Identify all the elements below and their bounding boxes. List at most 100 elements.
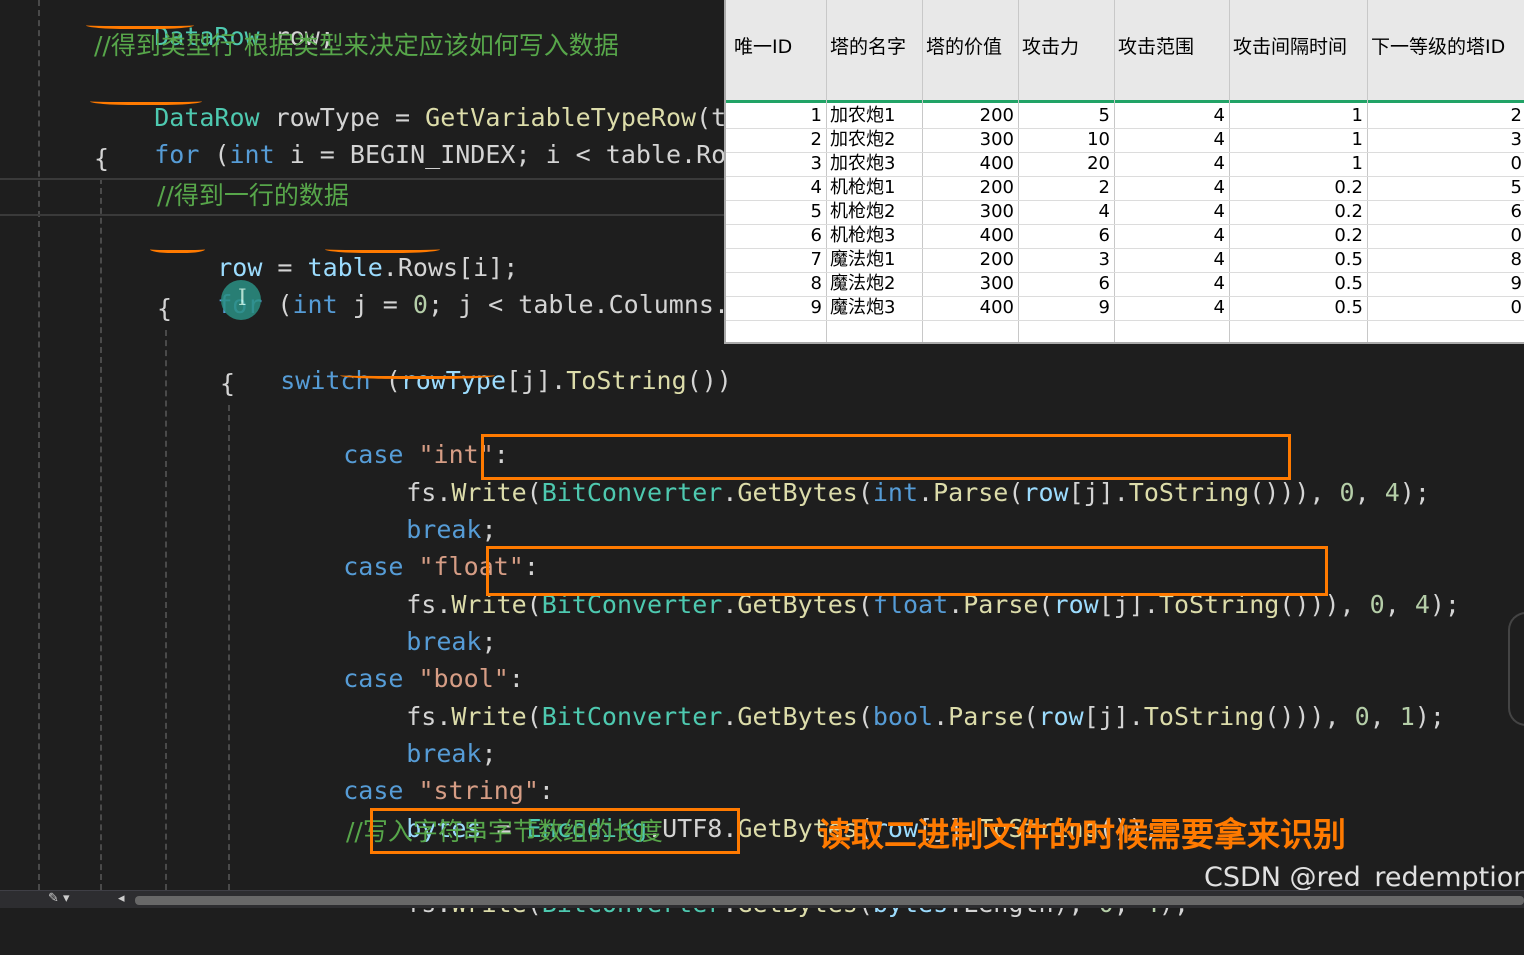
code-token: row (1023, 478, 1069, 507)
code-token: ( (199, 140, 230, 169)
spreadsheet-cell[interactable]: 200 (922, 104, 1014, 128)
spreadsheet-cell[interactable]: 机枪炮2 (830, 200, 920, 224)
code-line: for (int i = BEGIN_INDEX; i < table.Rows (94, 104, 756, 169)
spreadsheet-cell[interactable]: 2 (726, 128, 822, 152)
spreadsheet-cell[interactable]: 6 (1367, 200, 1522, 224)
spreadsheet-cell[interactable]: 魔法炮2 (830, 272, 920, 296)
spreadsheet-cell[interactable]: 300 (922, 272, 1014, 296)
spreadsheet-cell[interactable]: 4 (1114, 248, 1225, 272)
spreadsheet-cell[interactable]: 8 (1367, 248, 1522, 272)
spreadsheet-cell[interactable]: 5 (726, 200, 822, 224)
spreadsheet-cell[interactable]: 4 (1114, 104, 1225, 128)
spreadsheet-cell[interactable]: 机枪炮3 (830, 224, 920, 248)
spreadsheet-cell[interactable]: 6 (1018, 272, 1110, 296)
code-line: case "int": (283, 404, 509, 469)
code-line: fs.Write(BitConverter.GetBytes(bool.Pars… (346, 666, 1445, 731)
spreadsheet-cell[interactable]: 1 (1229, 104, 1363, 128)
spreadsheet-cell[interactable]: 3 (1018, 248, 1110, 272)
code-token: . (933, 702, 949, 731)
spreadsheet-cell[interactable]: 0 (1367, 152, 1522, 176)
spreadsheet-cell[interactable]: 5 (1018, 104, 1110, 128)
spreadsheet-cell[interactable]: 3 (1367, 128, 1522, 152)
spreadsheet-cell[interactable]: 7 (726, 248, 822, 272)
spreadsheet-cell[interactable]: 1 (726, 104, 822, 128)
spreadsheet-cell[interactable]: 4 (1114, 176, 1225, 200)
code-token: ( (857, 478, 873, 507)
edit-tool-icon[interactable]: ✎ ▾ (48, 891, 70, 906)
spreadsheet-cell[interactable]: 魔法炮3 (830, 296, 920, 320)
spreadsheet-cell[interactable]: 4 (1114, 296, 1225, 320)
spreadsheet-cell[interactable]: 0.5 (1229, 272, 1363, 296)
spreadsheet-cell[interactable]: 2 (1018, 176, 1110, 200)
spreadsheet-cell[interactable]: 3 (726, 152, 822, 176)
spreadsheet-cell[interactable]: 400 (922, 152, 1014, 176)
code-token: ( (1023, 702, 1039, 731)
column-header[interactable]: 塔的价值 (926, 32, 1002, 59)
spreadsheet-cell[interactable]: 10 (1018, 128, 1110, 152)
spreadsheet-cell[interactable]: 机枪炮1 (830, 176, 920, 200)
code-token: [j]. (1068, 478, 1129, 507)
column-header[interactable]: 攻击间隔时间 (1233, 32, 1347, 59)
spreadsheet-cell[interactable]: 0.2 (1229, 200, 1363, 224)
code-token: 4 (1414, 590, 1430, 619)
spreadsheet-cell[interactable]: 4 (1114, 200, 1225, 224)
spreadsheet-cell[interactable]: 1 (1229, 128, 1363, 152)
code-line: { (157, 294, 173, 323)
spreadsheet-cell[interactable]: 4 (1018, 200, 1110, 224)
spreadsheet-cell[interactable]: 0 (1367, 224, 1522, 248)
column-header[interactable]: 攻击力 (1022, 32, 1079, 59)
column-header[interactable]: 唯一ID (734, 32, 792, 59)
spreadsheet-cell[interactable]: 6 (726, 224, 822, 248)
spreadsheet-cell[interactable]: 4 (1114, 224, 1225, 248)
spreadsheet-cell[interactable]: 2 (1367, 104, 1522, 128)
spreadsheet-cell[interactable]: 200 (922, 248, 1014, 272)
annotation-underline (86, 20, 194, 29)
spreadsheet-cell[interactable]: 400 (922, 224, 1014, 248)
spreadsheet-cell[interactable]: 0 (1367, 296, 1522, 320)
spreadsheet-cell[interactable]: 4 (1114, 128, 1225, 152)
code-token: GetBytes (737, 478, 858, 507)
horizontal-scrollbar[interactable] (135, 896, 1524, 905)
spreadsheet-cell[interactable]: 1 (1229, 152, 1363, 176)
code-token: ); (1414, 702, 1445, 731)
spreadsheet-cell[interactable]: 200 (922, 176, 1014, 200)
spreadsheet-cell[interactable]: 加农炮2 (830, 128, 920, 152)
scroll-left-icon[interactable]: ◂ (118, 891, 125, 906)
code-token: 0 (1354, 702, 1370, 731)
column-header[interactable]: 塔的名字 (830, 32, 906, 59)
column-header[interactable]: 下一等级的塔ID (1371, 32, 1505, 59)
column-header[interactable]: 攻击范围 (1118, 32, 1194, 59)
code-token: ( (526, 478, 542, 507)
spreadsheet-cell[interactable]: 0.2 (1229, 176, 1363, 200)
spreadsheet-cell[interactable]: 加农炮3 (830, 152, 920, 176)
spreadsheet-cell[interactable]: 4 (726, 176, 822, 200)
spreadsheet-cell[interactable]: 6 (1018, 224, 1110, 248)
spreadsheet-cell[interactable]: 0.2 (1229, 224, 1363, 248)
spreadsheet-cell[interactable]: 400 (922, 296, 1014, 320)
code-line: case "string": (283, 740, 554, 805)
code-token: , (1384, 590, 1415, 619)
spreadsheet-cell[interactable]: 9 (1367, 272, 1522, 296)
spreadsheet-cell[interactable]: 0.5 (1229, 248, 1363, 272)
spreadsheet-cell[interactable]: 20 (1018, 152, 1110, 176)
spreadsheet-cell[interactable]: 8 (726, 272, 822, 296)
status-bar: ✎ ▾ ◂ (0, 890, 1524, 908)
spreadsheet-cell[interactable]: 300 (922, 128, 1014, 152)
code-token: ); (1429, 590, 1460, 619)
indent-guide (165, 330, 167, 890)
code-token: . (918, 478, 934, 507)
code-line: break; (346, 479, 496, 544)
code-token: Parse (948, 702, 1024, 731)
spreadsheet-cell[interactable]: 加农炮1 (830, 104, 920, 128)
spreadsheet-cell[interactable]: 魔法炮1 (830, 248, 920, 272)
spreadsheet-cell[interactable]: 300 (922, 200, 1014, 224)
spreadsheet-cell[interactable]: 9 (726, 296, 822, 320)
spreadsheet-cell[interactable]: 9 (1018, 296, 1110, 320)
annotation-underline (90, 96, 202, 105)
grid-line (826, 0, 827, 342)
spreadsheet-cell[interactable]: 4 (1114, 272, 1225, 296)
spreadsheet-cell[interactable]: 4 (1114, 152, 1225, 176)
spreadsheet-cell[interactable]: 5 (1367, 176, 1522, 200)
spreadsheet-cell[interactable]: 0.5 (1229, 296, 1363, 320)
annotation-box (481, 434, 1291, 480)
